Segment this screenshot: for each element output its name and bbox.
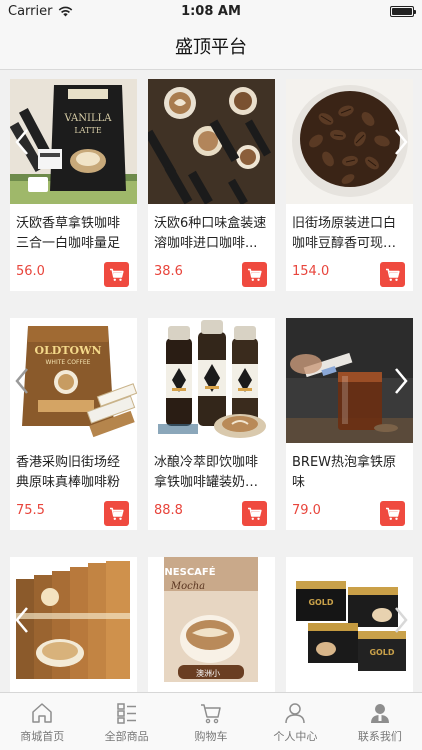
oldtown-sub: WHITE COFFEE <box>46 359 91 366</box>
product-price: 154.0 <box>292 264 330 279</box>
product-name[interactable]: 旧街场原装进口白咖啡豆醇香可现磨... <box>286 204 413 256</box>
add-to-cart-button[interactable] <box>242 501 267 526</box>
product-card[interactable] <box>10 557 137 692</box>
cart-icon <box>386 268 400 281</box>
cart-icon <box>110 507 124 520</box>
arrow-right-8[interactable] <box>389 557 413 682</box>
nescafe-sub: 澳洲小 <box>196 668 220 678</box>
battery-level <box>392 7 412 15</box>
tab-label-cart: 购物车 <box>194 730 228 743</box>
product-price: 79.0 <box>292 503 321 518</box>
carrier-label: Carrier <box>8 3 53 19</box>
product-list[interactable]: VANILLA LATTE 沃欧香草拿铁咖啡三合一白咖啡量足 56.0 沃欧6种… <box>0 70 422 692</box>
product-name[interactable] <box>10 682 137 692</box>
product-price: 38.6 <box>154 264 183 279</box>
tab-bar: 商城首页 全部商品 购物车 个人中心 联系我们 <box>0 692 422 750</box>
product-image-brew-glass[interactable] <box>286 318 413 443</box>
product-card[interactable]: VANILLA LATTE 沃欧香草拿铁咖啡三合一白咖啡量足 56.0 <box>10 79 137 291</box>
product-card[interactable]: 沃欧6种口味盒装速溶咖啡进口咖啡... 38.6 <box>148 79 275 291</box>
product-card[interactable]: 冰酿冷萃即饮咖啡拿铁咖啡罐装奶咖... 88.8 <box>148 318 275 530</box>
add-to-cart-button[interactable] <box>380 501 405 526</box>
chevron-right-icon <box>395 606 408 633</box>
add-to-cart-button[interactable] <box>104 501 129 526</box>
chevron-left-icon <box>15 128 28 155</box>
product-name[interactable]: 沃欧香草拿铁咖啡三合一白咖啡量足 <box>10 204 137 256</box>
status-bar: Carrier 1:08 AM <box>0 0 422 22</box>
product-card[interactable]: GOLD GOLD <box>286 557 413 692</box>
product-name[interactable]: 冰酿冷萃即饮咖啡拿铁咖啡罐装奶咖... <box>148 443 275 495</box>
add-to-cart-button[interactable] <box>380 262 405 287</box>
product-image-oldtown-bag[interactable]: OLDTOWN WHITE COFFEE <box>10 318 137 443</box>
product-card[interactable]: BREW热泡拿铁原味 79.0 <box>286 318 413 530</box>
nescafe-flavor: Mocha <box>170 581 205 592</box>
add-to-cart-button[interactable] <box>104 262 129 287</box>
tab-profile[interactable]: 个人中心 <box>253 693 337 750</box>
vanilla-sublabel: LATTE <box>74 126 101 135</box>
page-title: 盛顶平台 <box>175 36 247 58</box>
person-icon <box>285 703 306 724</box>
list-icon <box>116 703 136 724</box>
tab-home[interactable]: 商城首页 <box>0 693 84 750</box>
product-card[interactable]: 旧街场原装进口白咖啡豆醇香可现磨... 154.0 <box>286 79 413 291</box>
product-image-coffee-cups[interactable] <box>148 79 275 204</box>
product-image-coffee-beans[interactable] <box>286 79 413 204</box>
cart-icon <box>248 268 262 281</box>
wifi-icon <box>59 6 73 16</box>
tab-cart[interactable]: 购物车 <box>169 693 253 750</box>
tab-contact[interactable]: 联系我们 <box>338 693 422 750</box>
product-name[interactable]: BREW热泡拿铁原味 <box>286 443 413 495</box>
product-name[interactable] <box>148 682 275 692</box>
tab-label-home: 商城首页 <box>20 730 65 743</box>
product-price: 75.5 <box>16 503 45 518</box>
product-name[interactable]: 沃欧6种口味盒装速溶咖啡进口咖啡... <box>148 204 275 256</box>
product-image-cold-brew[interactable] <box>148 318 275 443</box>
product-image-vanilla-latte[interactable]: VANILLA LATTE <box>10 79 137 204</box>
chevron-right-icon <box>395 367 408 394</box>
cart-icon <box>201 704 221 724</box>
cart-icon <box>110 268 124 281</box>
tab-label-contact: 联系我们 <box>357 730 402 743</box>
product-name[interactable] <box>286 682 413 692</box>
cart-icon <box>248 507 262 520</box>
product-image-nescafe-mocha[interactable]: NESCAFÉ Mocha 澳洲小 <box>148 557 275 682</box>
contact-icon <box>370 704 389 723</box>
vanilla-label: VANILLA <box>64 113 113 124</box>
tab-label-all-products: 全部商品 <box>104 730 149 743</box>
product-price: 56.0 <box>16 264 45 279</box>
battery-icon <box>390 5 416 17</box>
product-card[interactable]: OLDTOWN WHITE COFFEE 香港采购旧街场经典原味真棒咖啡粉 75… <box>10 318 137 530</box>
product-grid: VANILLA LATTE 沃欧香草拿铁咖啡三合一白咖啡量足 56.0 沃欧6种… <box>0 70 422 692</box>
status-left: Carrier <box>8 4 73 19</box>
product-price: 88.8 <box>154 503 183 518</box>
arrow-left-3[interactable] <box>10 318 34 443</box>
oldtown-brand: OLDTOWN <box>34 344 101 357</box>
add-to-cart-button[interactable] <box>242 262 267 287</box>
product-name[interactable]: 香港采购旧街场经典原味真棒咖啡粉 <box>10 443 137 495</box>
product-image-coffee-boxes[interactable] <box>10 557 137 682</box>
chevron-left-icon <box>15 367 28 394</box>
cart-icon <box>386 507 400 520</box>
arrow-left-6[interactable] <box>10 557 34 682</box>
chevron-right-icon <box>395 128 408 155</box>
product-image-nescafe-gold[interactable]: GOLD GOLD <box>286 557 413 682</box>
arrow-left-0[interactable] <box>10 79 34 204</box>
tab-all-products[interactable]: 全部商品 <box>84 693 168 750</box>
home-icon <box>32 703 52 723</box>
product-card[interactable]: NESCAFÉ Mocha 澳洲小 <box>148 557 275 692</box>
nav-bar: 盛顶平台 <box>0 22 422 70</box>
arrow-right-5[interactable] <box>389 318 413 443</box>
tab-label-profile: 个人中心 <box>273 730 318 743</box>
arrow-right-2[interactable] <box>389 79 413 204</box>
nescafe-brand: NESCAFÉ <box>164 565 215 578</box>
chevron-left-icon <box>15 606 28 633</box>
gold-label-1: GOLD <box>308 598 333 607</box>
